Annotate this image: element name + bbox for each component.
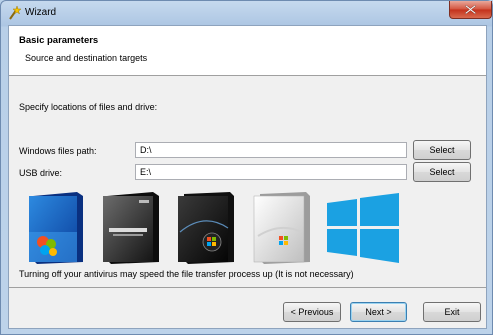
windows-vista-box-icon: [178, 192, 234, 264]
close-button[interactable]: [449, 1, 492, 19]
wand-icon: [9, 6, 21, 20]
windows-xp-box-icon: [29, 192, 83, 264]
windows-path-input[interactable]: D:\: [135, 142, 407, 158]
select-windows-path-button[interactable]: Select: [413, 140, 471, 160]
instruction-text: Specify locations of files and drive:: [19, 102, 158, 112]
usb-drive-label: USB drive:: [19, 168, 63, 178]
usb-drive-input[interactable]: E:\: [135, 164, 407, 180]
antivirus-note: Turning off your antivirus may speed the…: [19, 269, 354, 279]
wizard-window: Wizard Basic parameters Source and desti…: [0, 0, 493, 335]
windows-server-2003-box-icon: [103, 192, 159, 264]
previous-button[interactable]: < Previous: [283, 302, 341, 322]
wizard-client-area: Basic parameters Source and destination …: [8, 25, 487, 329]
windows-8-logo-icon: [327, 193, 399, 263]
page-subtitle: Source and destination targets: [25, 53, 148, 63]
wizard-header: Basic parameters Source and destination …: [9, 26, 486, 76]
windows-7-box-icon: [253, 192, 310, 264]
window-title: Wizard: [25, 7, 57, 18]
next-button[interactable]: Next >: [350, 302, 407, 322]
windows-path-label: Windows files path:: [19, 146, 97, 156]
exit-button[interactable]: Exit: [423, 302, 481, 322]
page-title: Basic parameters: [19, 35, 99, 46]
select-usb-drive-button[interactable]: Select: [413, 162, 471, 182]
footer-divider: [9, 287, 486, 288]
title-bar[interactable]: Wizard: [1, 1, 492, 25]
close-icon: [465, 5, 476, 14]
